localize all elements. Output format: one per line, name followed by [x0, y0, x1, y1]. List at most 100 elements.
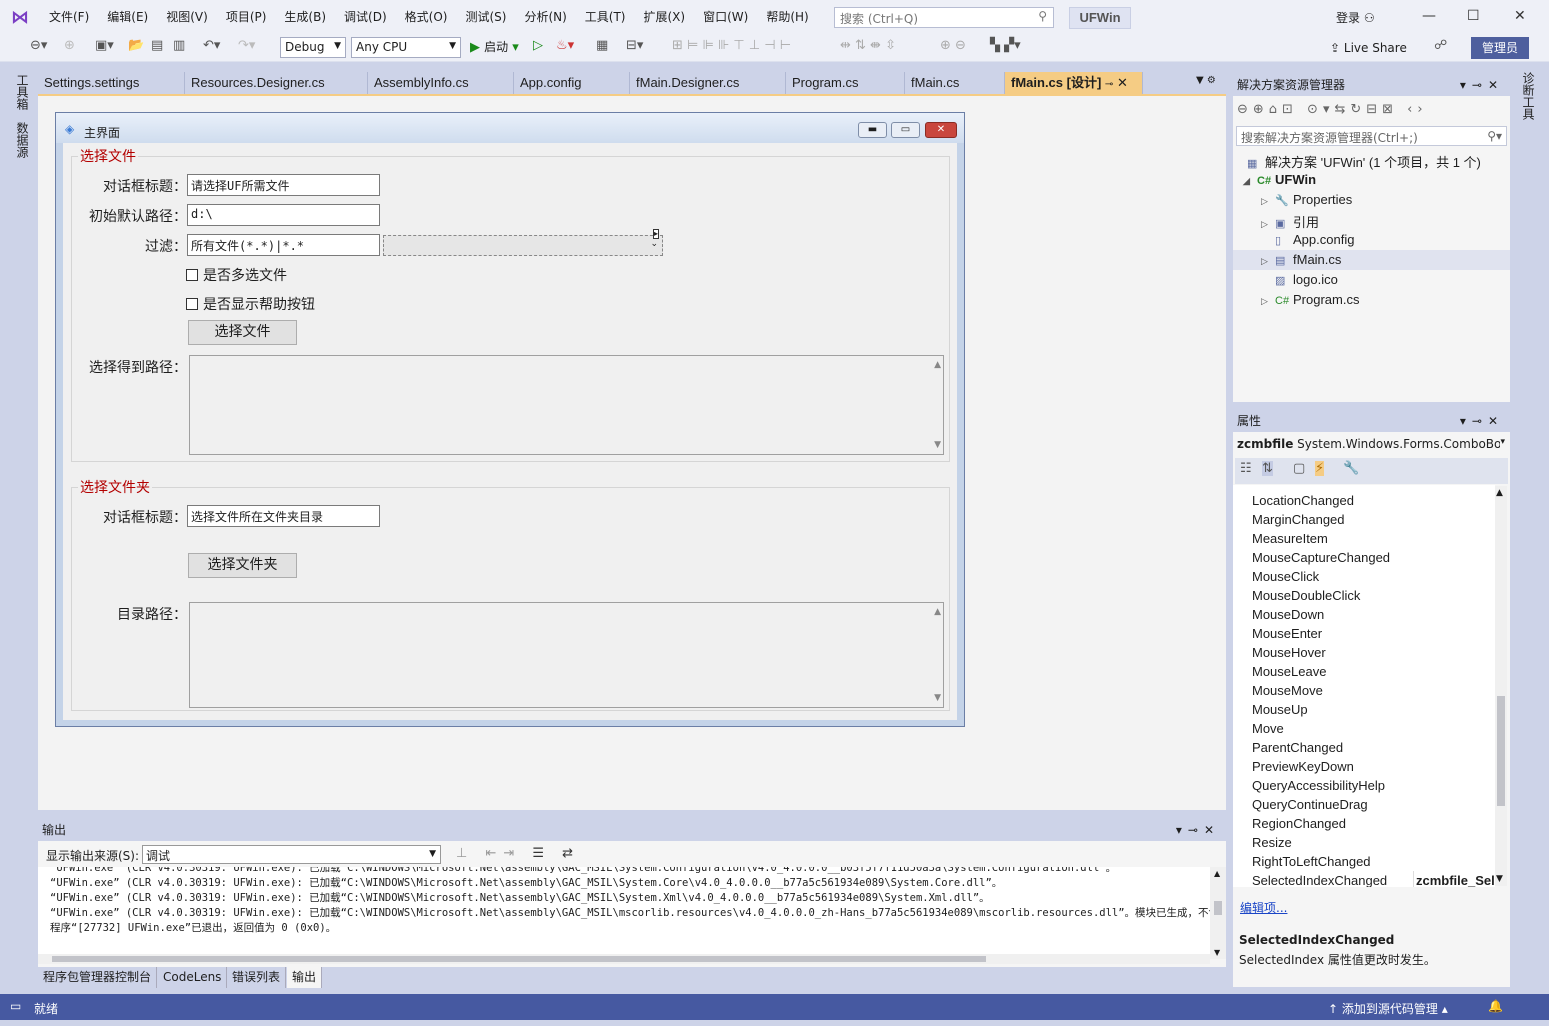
- tab-fmain-design[interactable]: fMain.cs [设计] ⊸ ✕: [1005, 72, 1143, 94]
- menu-test[interactable]: 测试(S): [456, 0, 515, 34]
- event-row[interactable]: PreviewKeyDown: [1233, 757, 1495, 776]
- tab-program[interactable]: Program.cs: [786, 72, 905, 94]
- menu-format[interactable]: 格式(O): [396, 0, 457, 34]
- tab-package-manager[interactable]: 程序包管理器控制台: [38, 967, 158, 988]
- event-row[interactable]: Resize: [1233, 833, 1495, 852]
- configuration-select[interactable]: Debug ▼: [280, 37, 346, 58]
- toolbox-icon[interactable]: ▦: [596, 38, 608, 53]
- scroll-down-icon[interactable]: ▼: [934, 440, 941, 450]
- pin-icon[interactable]: ⊸: [1105, 79, 1113, 90]
- event-handler-value[interactable]: zcmbfile_Sele: [1413, 871, 1495, 887]
- menu-file[interactable]: 文件(F): [40, 0, 98, 34]
- search-input[interactable]: 搜索 (Ctrl+Q) ⚲: [834, 7, 1054, 28]
- output-text[interactable]: “UFWin.exe” (CLR v4.0.30319: UFWin.exe):…: [38, 867, 1210, 959]
- save-all-icon[interactable]: ▥: [173, 38, 185, 53]
- menu-extensions[interactable]: 扩展(X): [634, 0, 694, 34]
- add-to-source-control-button[interactable]: ↑ 添加到源代码管理 ▴: [1328, 1000, 1448, 1017]
- output-hscrollbar[interactable]: [38, 954, 1210, 964]
- new-project-icon[interactable]: ▣▾: [95, 38, 114, 53]
- edit-items-link[interactable]: 编辑项...: [1240, 899, 1287, 916]
- event-row[interactable]: MouseLeave: [1233, 662, 1495, 681]
- event-row[interactable]: MouseEnter: [1233, 624, 1495, 643]
- menu-debug[interactable]: 调试(D): [335, 0, 396, 34]
- dir-path-textarea[interactable]: ▲ ▼: [189, 602, 944, 708]
- tab-app-config[interactable]: App.config: [514, 72, 630, 94]
- event-row[interactable]: ParentChanged: [1233, 738, 1495, 757]
- collapse-icon[interactable]: ▷: [1261, 296, 1275, 307]
- menu-help[interactable]: 帮助(H): [757, 0, 817, 34]
- menu-window[interactable]: 窗口(W): [694, 0, 757, 34]
- admin-badge[interactable]: 管理员: [1471, 37, 1529, 59]
- event-row[interactable]: RightToLeftChanged: [1233, 852, 1495, 871]
- collapse-icon[interactable]: ▷: [1261, 256, 1275, 267]
- tree-app-config[interactable]: ▯ App.config: [1275, 232, 1354, 247]
- redo-icon[interactable]: ↷▾: [238, 38, 255, 53]
- start-button[interactable]: ▶ 启动 ▾: [470, 38, 519, 55]
- data-sources-tab[interactable]: 数据源: [14, 122, 31, 158]
- event-row[interactable]: MouseDoubleClick: [1233, 586, 1495, 605]
- scroll-down-icon[interactable]: ▼: [934, 693, 941, 703]
- show-help-checkbox[interactable]: 是否显示帮助按钮: [186, 294, 315, 314]
- folder-title-input[interactable]: 选择文件所在文件夹目录: [187, 505, 380, 527]
- tab-error-list[interactable]: 错误列表: [227, 967, 287, 988]
- event-row[interactable]: MouseMove: [1233, 681, 1495, 700]
- tab-codelens[interactable]: CodeLens: [158, 967, 228, 988]
- align-grid-icon[interactable]: ⊞ ⊨ ⊫ ⊪ ⊤ ⊥ ⊣ ⊢: [672, 38, 791, 53]
- feedback-icon[interactable]: ☍: [1434, 38, 1447, 53]
- object-selector[interactable]: zcmbfile System.Windows.Forms.ComboBo ▾: [1237, 437, 1505, 451]
- start-without-debug-icon[interactable]: ▷: [533, 38, 543, 53]
- select-file-button[interactable]: 选择文件: [188, 320, 297, 345]
- close-window-button[interactable]: ✕: [1514, 8, 1526, 24]
- tree-fmain[interactable]: ▷ ▤ fMain.cs: [1233, 250, 1510, 270]
- back-icon[interactable]: ⊖▾: [30, 38, 47, 53]
- event-row[interactable]: QueryContinueDrag: [1233, 795, 1495, 814]
- output-scrollbar[interactable]: ▲ ▼: [1210, 867, 1226, 959]
- layout-icon[interactable]: ⊟▾: [626, 38, 643, 53]
- categorized-icon[interactable]: ☷: [1240, 461, 1252, 476]
- menu-project[interactable]: 项目(P): [217, 0, 276, 34]
- tab-output[interactable]: 输出: [287, 967, 323, 988]
- zcmbfile-combobox[interactable]: ⌄ ▸: [383, 229, 663, 256]
- event-row[interactable]: LocationChanged: [1233, 491, 1495, 510]
- scroll-up-icon[interactable]: ▲: [934, 607, 941, 617]
- diagnostic-tools-tab[interactable]: 诊断工具: [1520, 72, 1537, 120]
- tree-logo[interactable]: ▨ logo.ico: [1275, 272, 1338, 287]
- event-row[interactable]: MeasureItem: [1233, 529, 1495, 548]
- scroll-up-icon[interactable]: ▲: [934, 360, 941, 370]
- maximize-button[interactable]: ☐: [1467, 8, 1480, 24]
- tab-settings[interactable]: Settings.settings: [38, 72, 185, 94]
- events-icon[interactable]: ⚡: [1315, 461, 1325, 476]
- event-row[interactable]: Move: [1233, 719, 1495, 738]
- menu-tools[interactable]: 工具(T): [576, 0, 635, 34]
- multi-select-checkbox[interactable]: 是否多选文件: [186, 265, 287, 285]
- result-path-textarea[interactable]: ▲ ▼: [189, 355, 944, 455]
- close-tab-icon[interactable]: ✕: [1117, 75, 1128, 90]
- solution-toolbar-icons[interactable]: ⊖⊕⌂⊡ ⊙▾⇆↻⊟⊠ ‹›: [1237, 102, 1428, 117]
- toolbox-tab[interactable]: 工具箱: [14, 74, 31, 110]
- designed-form[interactable]: ◈ 主界面 ▬ ▭ ✕ 选择文件 对话框标题： 请选择UF所需文件 初始默认路径…: [55, 112, 965, 727]
- properties-scrollbar[interactable]: ▲ ▼: [1495, 486, 1507, 886]
- center-icons[interactable]: ⊕ ⊖: [940, 38, 966, 53]
- tab-assemblyinfo[interactable]: AssemblyInfo.cs: [368, 72, 514, 94]
- tab-fmain[interactable]: fMain.cs: [905, 72, 1005, 94]
- event-row[interactable]: MarginChanged: [1233, 510, 1495, 529]
- expand-icon[interactable]: ◢: [1243, 176, 1257, 187]
- event-row[interactable]: SelectedIndexChanged zcmbfile_Sele: [1233, 871, 1495, 887]
- platform-select[interactable]: Any CPU ▼: [351, 37, 461, 58]
- menu-build[interactable]: 生成(B): [275, 0, 335, 34]
- panel-controls-icon[interactable]: ▾⊸✕: [1176, 819, 1220, 841]
- collapse-icon[interactable]: ▷: [1261, 196, 1275, 207]
- login-button[interactable]: 登录 ⚇: [1336, 9, 1375, 26]
- event-row[interactable]: QueryAccessibilityHelp: [1233, 776, 1495, 795]
- filter-input[interactable]: 所有文件(*.*)|*.*: [187, 234, 380, 256]
- output-toolbar-icons[interactable]: ⊥ ⇤⇥ ☰ ⇄: [456, 846, 580, 861]
- order-icons[interactable]: ▚ ▞▾: [990, 38, 1021, 53]
- menu-view[interactable]: 视图(V): [157, 0, 217, 34]
- init-path-input[interactable]: d:\: [187, 204, 380, 226]
- hot-reload-icon[interactable]: ♨▾: [556, 38, 574, 53]
- open-icon[interactable]: 📂: [128, 38, 144, 53]
- notifications-icon[interactable]: 🔔: [1488, 999, 1503, 1013]
- select-folder-button[interactable]: 选择文件夹: [188, 553, 297, 578]
- tab-dropdown-icon[interactable]: ▼ ⚙: [1196, 75, 1216, 86]
- forward-icon[interactable]: ⊕: [64, 38, 75, 53]
